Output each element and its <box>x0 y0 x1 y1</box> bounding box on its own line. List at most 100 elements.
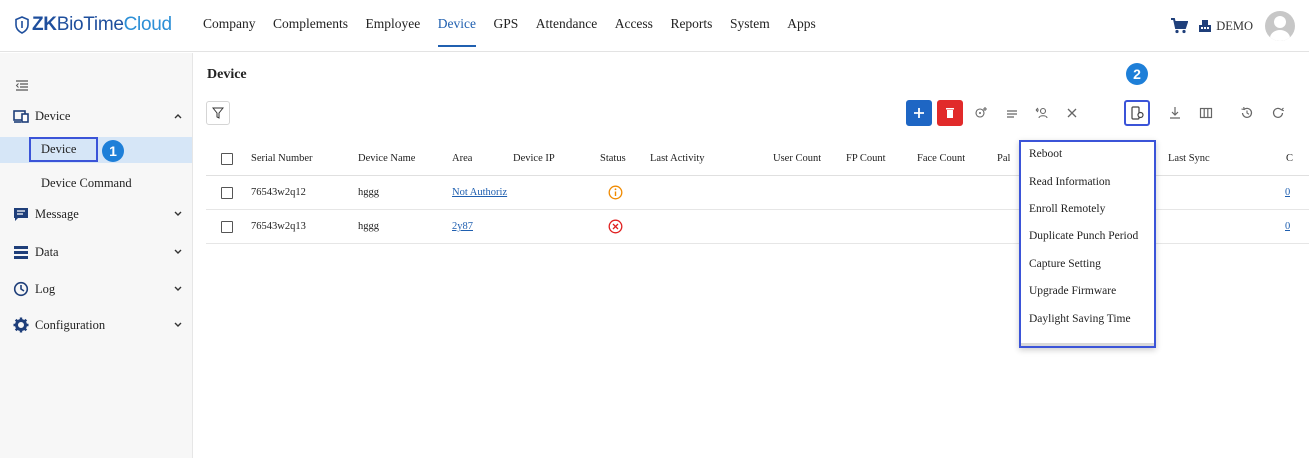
sidebar-group-label: Message <box>35 206 79 221</box>
nav-reports[interactable]: Reports <box>670 16 712 36</box>
organization-icon <box>1199 20 1212 32</box>
logo-biotime: BioTime <box>56 14 124 35</box>
step-badge-2: 2 <box>1126 63 1148 85</box>
clear-button[interactable] <box>1059 100 1085 126</box>
sidebar-item-device-command[interactable]: Device Command <box>0 167 192 193</box>
menu-item-duplicate-punch-period[interactable]: Duplicate Punch Period <box>1029 230 1138 242</box>
sidebar-group-message[interactable]: Message <box>13 206 183 222</box>
menu-item-read-information[interactable]: Read Information <box>1029 176 1110 188</box>
nav-attendance[interactable]: Attendance <box>536 16 597 36</box>
location-add-icon <box>975 107 987 118</box>
col-last-activity[interactable]: Last Activity <box>650 142 705 176</box>
sidebar-group-label: Configuration <box>35 317 106 332</box>
sidebar-item-label: Device Command <box>41 176 132 190</box>
lines-icon <box>1007 110 1017 118</box>
history-icon <box>1241 106 1253 118</box>
col-face-count[interactable]: Face Count <box>917 142 965 176</box>
nav-system[interactable]: System <box>730 16 770 36</box>
device-settings-icon <box>1131 106 1144 120</box>
col-c[interactable]: C <box>1286 142 1293 176</box>
col-device-name[interactable]: Device Name <box>358 142 415 176</box>
cell-c-link[interactable]: 0 <box>1285 210 1290 244</box>
menu-item-reboot[interactable]: Reboot <box>1029 148 1062 160</box>
warning-status-icon <box>608 185 623 200</box>
message-icon <box>14 208 28 221</box>
clock-icon <box>13 281 29 297</box>
avatar[interactable] <box>1265 11 1295 41</box>
close-icon <box>1067 108 1077 118</box>
plus-icon <box>914 108 924 118</box>
delete-button[interactable] <box>937 100 963 126</box>
shield-icon <box>15 16 29 34</box>
sidebar-group-label: Device <box>35 108 71 123</box>
history-button[interactable] <box>1234 100 1260 126</box>
cell-device-name: hggg <box>358 221 379 232</box>
logo-zk: ZK <box>32 14 57 35</box>
top-right-controls: DEMO <box>1170 11 1295 41</box>
select-all-checkbox[interactable] <box>221 153 233 165</box>
sidebar-group-device[interactable]: Device <box>13 108 183 124</box>
filter-icon <box>212 107 224 119</box>
transfer-button[interactable] <box>1029 100 1055 126</box>
nav-company[interactable]: Company <box>203 16 256 36</box>
list-button[interactable] <box>999 100 1025 126</box>
chevron-down-icon <box>174 249 182 254</box>
download-icon <box>1170 107 1180 119</box>
cell-device-name: hggg <box>358 187 379 198</box>
cell-serial: 76543w2q12 <box>251 187 306 198</box>
add-area-button[interactable] <box>968 100 994 126</box>
cell-area-link[interactable]: Not Authoriz <box>452 176 510 210</box>
sidebar: Device Device 1 Device Command Message D… <box>0 53 193 458</box>
nav-apps[interactable]: Apps <box>787 16 816 36</box>
chevron-down-icon <box>174 211 182 216</box>
col-last-sync[interactable]: Last Sync <box>1168 142 1210 176</box>
sidebar-group-label: Log <box>35 281 56 296</box>
col-status[interactable]: Status <box>600 142 626 176</box>
menu-scrollbar[interactable] <box>1021 343 1154 346</box>
columns-icon <box>1199 107 1213 119</box>
menu-item-enroll-remotely[interactable]: Enroll Remotely <box>1029 203 1105 215</box>
col-area[interactable]: Area <box>452 142 472 176</box>
device-control-menu: Reboot Read Information Enroll Remotely … <box>1019 140 1156 348</box>
device-icon <box>13 110 29 123</box>
add-button[interactable] <box>906 100 932 126</box>
app-logo[interactable]: ZK BioTime Cloud <box>14 12 172 38</box>
import-button[interactable] <box>1162 100 1188 126</box>
row-checkbox[interactable] <box>221 187 233 199</box>
nav-device[interactable]: Device <box>437 16 477 47</box>
sidebar-group-configuration[interactable]: Configuration <box>13 317 183 333</box>
cell-serial: 76543w2q13 <box>251 221 306 232</box>
sidebar-group-data[interactable]: Data <box>13 244 183 260</box>
error-status-icon <box>608 219 623 234</box>
columns-button[interactable] <box>1193 100 1219 126</box>
row-checkbox[interactable] <box>221 221 233 233</box>
col-device-ip[interactable]: Device IP <box>513 142 555 176</box>
nav-access[interactable]: Access <box>615 16 653 36</box>
sidebar-group-log[interactable]: Log <box>13 281 183 297</box>
chevron-down-icon <box>174 322 182 327</box>
col-serial-number[interactable]: Serial Number <box>251 142 313 176</box>
chevron-up-icon <box>174 114 182 119</box>
nav-gps[interactable]: GPS <box>493 16 518 36</box>
transfer-icon <box>1035 107 1048 119</box>
menu-item-upgrade-firmware[interactable]: Upgrade Firmware <box>1029 285 1116 297</box>
filter-button[interactable] <box>206 101 230 125</box>
col-user-count[interactable]: User Count <box>773 142 821 176</box>
menu-item-daylight-saving-time[interactable]: Daylight Saving Time <box>1029 313 1131 325</box>
cart-icon[interactable] <box>1170 17 1189 35</box>
menu-item-capture-setting[interactable]: Capture Setting <box>1029 258 1101 270</box>
device-control-button[interactable] <box>1124 100 1150 126</box>
col-palm-count[interactable]: Pal <box>997 142 1010 176</box>
nav-employee[interactable]: Employee <box>366 16 421 36</box>
refresh-button[interactable] <box>1265 100 1291 126</box>
gear-icon <box>13 317 29 333</box>
collapse-sidebar-icon[interactable] <box>15 79 29 93</box>
page-title: Device <box>207 67 247 82</box>
nav-complements[interactable]: Complements <box>273 16 348 36</box>
cell-area-link[interactable]: 2y87 <box>452 210 473 244</box>
user-name[interactable]: DEMO <box>1216 19 1253 34</box>
refresh-icon <box>1272 107 1285 118</box>
col-fp-count[interactable]: FP Count <box>846 142 886 176</box>
step-badge-1: 1 <box>102 140 124 162</box>
cell-c-link[interactable]: 0 <box>1285 176 1290 210</box>
